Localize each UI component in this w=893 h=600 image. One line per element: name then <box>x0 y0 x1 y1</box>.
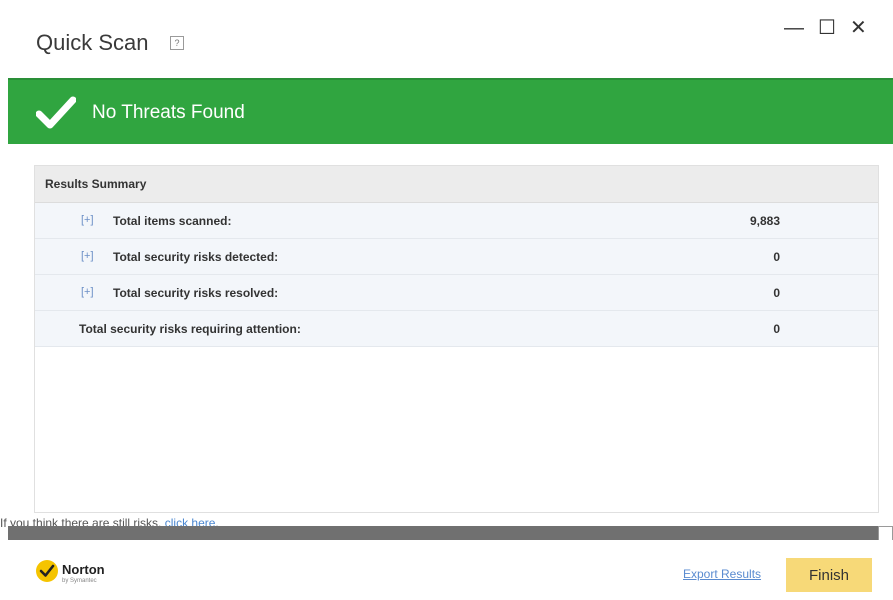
maximize-button[interactable]: ☐ <box>818 18 836 38</box>
content-area: Results Summary [+] Total items scanned:… <box>8 144 893 520</box>
footer: Norton by Symantec Export Results Finish <box>0 540 893 600</box>
norton-brand: Norton <box>62 562 105 577</box>
results-row-items-scanned: [+] Total items scanned: 9,883 <box>35 203 878 239</box>
row-label: Total security risks resolved: <box>113 286 279 300</box>
row-value: 0 <box>773 322 780 336</box>
title-bar: Quick Scan ? — ☐ ✕ <box>0 0 893 78</box>
expand-toggle[interactable]: [+] <box>81 214 94 226</box>
window-title: Quick Scan <box>36 30 149 55</box>
help-icon[interactable]: ? <box>170 36 184 50</box>
quick-scan-window: Quick Scan ? — ☐ ✕ No Threats Found Resu… <box>0 0 893 600</box>
results-summary-panel: Results Summary [+] Total items scanned:… <box>34 165 879 513</box>
horizontal-scrollbar[interactable] <box>8 526 878 540</box>
minimize-button[interactable]: — <box>784 18 804 38</box>
results-row-risks-attention: Total security risks requiring attention… <box>35 311 878 347</box>
expand-toggle[interactable]: [+] <box>81 286 94 298</box>
row-label: Total items scanned: <box>113 214 232 228</box>
row-value: 9,883 <box>749 214 780 228</box>
finish-button[interactable]: Finish <box>786 558 872 592</box>
expand-toggle[interactable]: [+] <box>81 250 94 262</box>
norton-logo: Norton by Symantec <box>36 558 126 588</box>
status-text: No Threats Found <box>92 102 245 123</box>
norton-check-icon <box>36 560 58 582</box>
export-results-link[interactable]: Export Results <box>683 567 761 581</box>
row-label: Total security risks detected: <box>113 250 279 264</box>
results-row-risks-detected: [+] Total security risks detected: 0 <box>35 239 878 275</box>
results-row-risks-resolved: [+] Total security risks resolved: 0 <box>35 275 878 311</box>
close-button[interactable]: ✕ <box>850 18 867 38</box>
checkmark-icon <box>36 96 76 129</box>
row-value: 0 <box>773 250 780 264</box>
row-value: 0 <box>773 286 780 300</box>
scrollbar-corner <box>878 526 893 541</box>
status-banner: No Threats Found <box>8 78 893 146</box>
norton-brand-sub: by Symantec <box>62 578 97 584</box>
row-label: Total security risks requiring attention… <box>79 322 301 336</box>
results-summary-header: Results Summary <box>35 166 878 203</box>
